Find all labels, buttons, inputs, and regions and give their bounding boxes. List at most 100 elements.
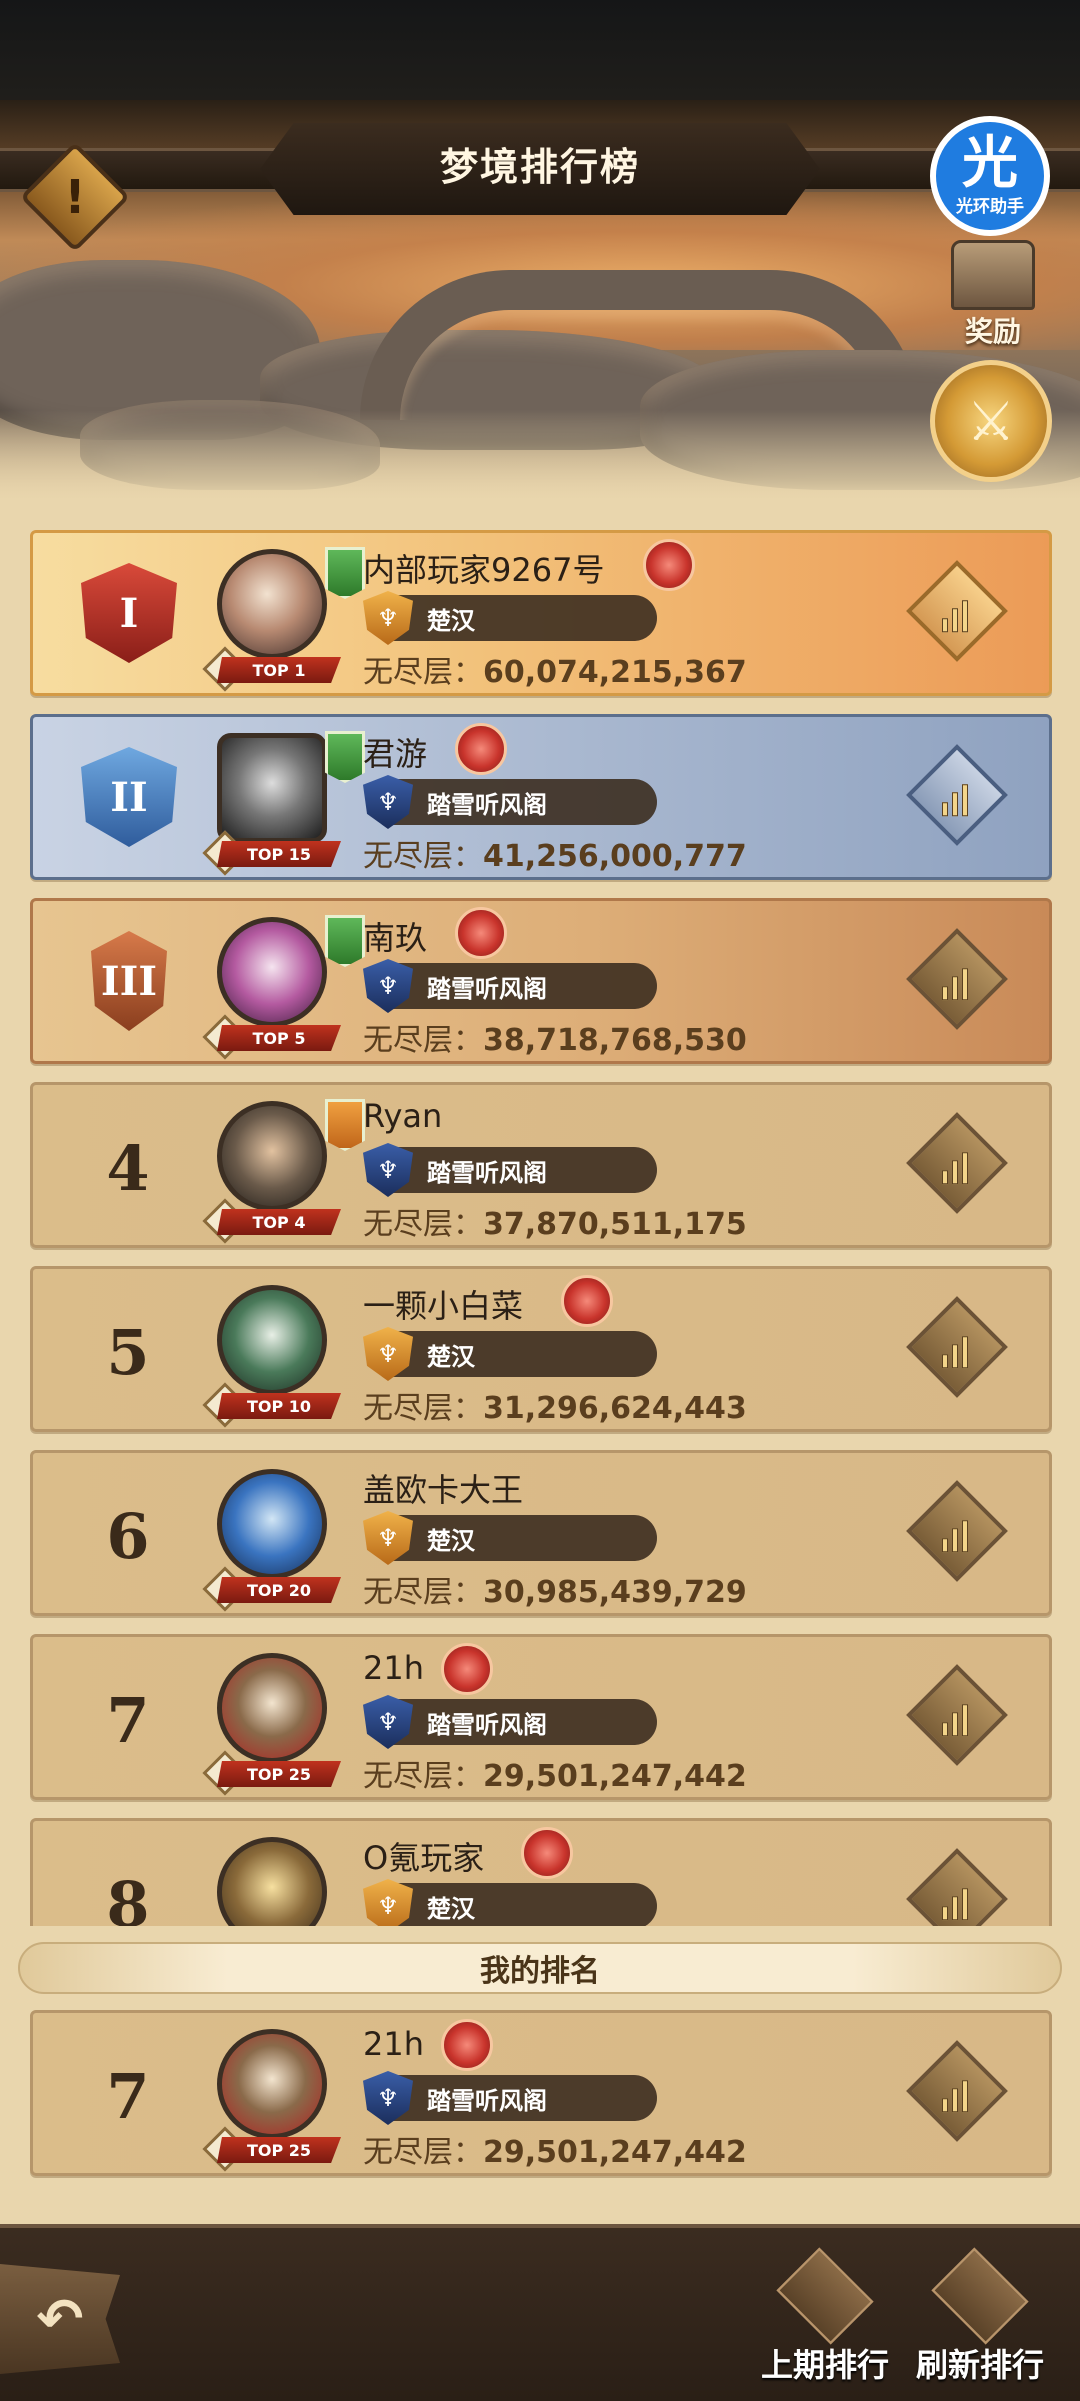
stats-button[interactable] <box>906 1296 1008 1398</box>
score-value: 37,870,511,175 <box>483 1207 747 1242</box>
reward-button[interactable]: 奖励 <box>938 240 1048 360</box>
bottom-bar: ↶ 上期排行 刷新排行 <box>0 2224 1080 2401</box>
helper-badge-glyph: 光 <box>962 130 1018 196</box>
rank-number: 7 <box>106 1683 150 1757</box>
tier-flag-icon <box>325 1099 365 1151</box>
refresh-icon <box>931 2247 1029 2345</box>
player-name: 盖欧卡大王 <box>363 1471 524 1509</box>
player-name: O氪玩家 <box>363 1839 485 1877</box>
score-value: 31,296,624,443 <box>483 1391 747 1426</box>
stats-button[interactable] <box>906 928 1008 1030</box>
my-rank-label: 我的排名 <box>480 1954 600 1989</box>
score: 无尽层：30,985,439,729 <box>363 1567 747 1611</box>
bar-chart-icon <box>942 1886 972 1921</box>
achievement-badge-icon <box>441 2019 493 2071</box>
bar-chart-icon <box>942 598 972 633</box>
player-name: 21h <box>363 1649 424 1687</box>
score-value: 29,501,247,442 <box>483 1759 747 1794</box>
stats-button[interactable] <box>906 1112 1008 1214</box>
achievement-badge-icon <box>561 1275 613 1327</box>
player-avatar[interactable] <box>217 1469 327 1579</box>
achievement-badge-icon <box>455 723 507 775</box>
crossed-swords-icon: ⚔ <box>966 389 1016 453</box>
podium-icon <box>776 2247 874 2345</box>
stats-button[interactable] <box>906 560 1008 662</box>
guild-name: 楚汉 <box>427 607 475 635</box>
score-label: 无尽层： <box>363 1391 483 1426</box>
ranking-row[interactable]: III TOP 5 南玖 ♆ 踏雪听风阁 无尽层：38,718,768,530 <box>30 898 1052 1064</box>
ranking-row[interactable]: 4 TOP 4 Ryan ♆ 踏雪听风阁 无尽层：37,870,511,175 <box>30 1082 1052 1248</box>
player-avatar[interactable] <box>217 1837 327 1926</box>
player-avatar[interactable] <box>217 733 327 843</box>
rank-number: 7 <box>106 2059 150 2133</box>
helper-app-badge[interactable]: 光 光环助手 <box>930 116 1050 236</box>
player-name: Ryan <box>363 1097 443 1135</box>
guild-name: 楚汉 <box>427 1895 475 1923</box>
back-button[interactable]: ↶ <box>0 2264 120 2374</box>
refresh-ranking-button[interactable]: 刷新排行 <box>905 2247 1055 2398</box>
stats-button[interactable] <box>906 744 1008 846</box>
top-rank-badge: TOP 10 <box>217 1393 341 1419</box>
player-avatar[interactable] <box>217 2029 327 2139</box>
score-value: 60,074,215,367 <box>483 655 747 690</box>
player-name: 南玖 <box>363 919 428 957</box>
score: 无尽层：41,256,000,777 <box>363 831 747 875</box>
stats-button[interactable] <box>906 1480 1008 1582</box>
bar-chart-icon <box>942 2078 972 2113</box>
guild-name: 楚汉 <box>427 1343 475 1371</box>
achievement-badge-icon <box>521 1827 573 1879</box>
player-avatar[interactable] <box>217 549 327 659</box>
guild-name: 踏雪听风阁 <box>427 975 547 1003</box>
ranking-list[interactable]: I TOP 1 内部玩家9267号 ♆ 楚汉 无尽层：60,074,215,367 II TO… <box>0 500 1080 1926</box>
score-label: 无尽层： <box>363 655 483 690</box>
guild-crest-icon: ♆ <box>363 1879 413 1926</box>
guild-name: 踏雪听风阁 <box>427 1711 547 1739</box>
rank-number: 4 <box>106 1131 150 1205</box>
tier-flag-icon <box>325 731 365 783</box>
bar-chart-icon <box>942 782 972 817</box>
achievement-badge-icon <box>643 539 695 591</box>
reward-label: 奖励 <box>964 315 1021 348</box>
score-value: 38,718,768,530 <box>483 1023 747 1058</box>
rank-emblem: II <box>81 747 177 847</box>
medal-button[interactable]: ⚔ <box>930 360 1052 482</box>
top-rank-badge: TOP 5 <box>217 1025 341 1051</box>
guild-name: 楚汉 <box>427 1527 475 1555</box>
score-label: 无尽层： <box>363 839 483 874</box>
rank-number: 6 <box>106 1499 150 1573</box>
ranking-row[interactable]: II TOP 15 君游 ♆ 踏雪听风阁 无尽层：41,256,000,777 <box>30 714 1052 880</box>
ranking-row[interactable]: 7 TOP 25 21h ♆ 踏雪听风阁 无尽层：29,501,247,442 <box>30 2010 1052 2176</box>
ranking-row[interactable]: 7 TOP 25 21h ♆ 踏雪听风阁 无尽层：29,501,247,442 <box>30 1634 1052 1800</box>
score-value: 30,985,439,729 <box>483 1575 747 1610</box>
top-rank-badge: TOP 20 <box>217 1577 341 1603</box>
ranking-row[interactable]: 8O氪玩家♆楚汉无尽层： <box>30 1818 1052 1926</box>
stats-button[interactable] <box>906 1848 1008 1926</box>
last-period-label: 上期排行 <box>760 2346 889 2384</box>
stats-button[interactable] <box>906 1664 1008 1766</box>
chest-icon <box>951 240 1035 310</box>
ranking-row[interactable]: 6 TOP 20 盖欧卡大王 ♆ 楚汉 无尽层：30,985,439,729 <box>30 1450 1052 1616</box>
achievement-badge-icon <box>441 1643 493 1695</box>
ranking-row[interactable]: 5 TOP 10 一颗小白菜 ♆ 楚汉 无尽层：31,296,624,443 <box>30 1266 1052 1432</box>
rank-emblem: I <box>81 563 177 663</box>
score: 无尽层：38,718,768,530 <box>363 1015 747 1059</box>
score: 无尽层：29,501,247,442 <box>363 1751 747 1795</box>
ranking-row[interactable]: I TOP 1 内部玩家9267号 ♆ 楚汉 无尽层：60,074,215,367 <box>30 530 1052 696</box>
score-label: 无尽层： <box>363 1023 483 1058</box>
player-name: 君游 <box>363 735 428 773</box>
last-period-ranking-button[interactable]: 上期排行 <box>750 2247 900 2398</box>
player-avatar[interactable] <box>217 917 327 1027</box>
stats-button[interactable] <box>906 2040 1008 2142</box>
player-name: 内部玩家9267号 <box>363 551 605 589</box>
score-label: 无尽层： <box>363 2135 483 2170</box>
player-avatar[interactable] <box>217 1653 327 1763</box>
rank-number: 5 <box>106 1315 150 1389</box>
player-avatar[interactable] <box>217 1285 327 1395</box>
top-rank-badge: TOP 1 <box>217 657 341 683</box>
player-avatar[interactable] <box>217 1101 327 1211</box>
exclamation-icon: ! <box>64 170 86 224</box>
score: 无尽层：37,870,511,175 <box>363 1199 747 1243</box>
my-rank-divider: 我的排名 <box>18 1942 1062 1994</box>
bar-chart-icon <box>942 1150 972 1185</box>
back-arrow-icon: ↶ <box>36 2286 84 2352</box>
